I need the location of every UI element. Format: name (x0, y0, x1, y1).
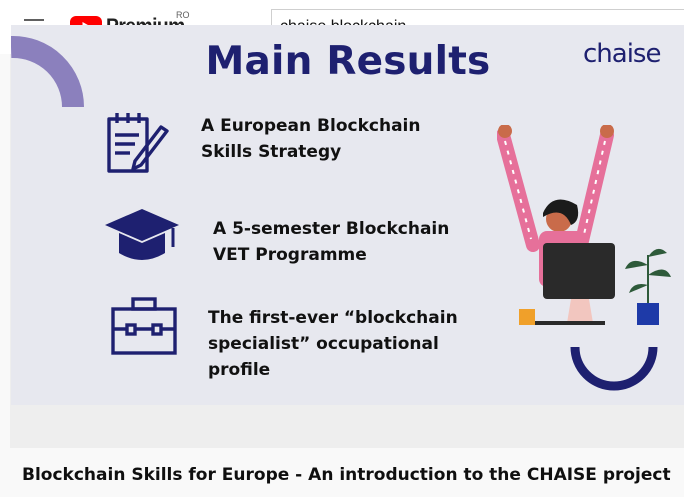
result-item-3-line3: profile (208, 360, 271, 380)
briefcase-icon (111, 297, 177, 355)
result-item-1: A European Blockchain Skills Strategy (201, 113, 420, 165)
clipboard-pencil-icon (107, 113, 169, 173)
celebrating-person-illustration (497, 125, 671, 325)
result-item-2-line1: A 5-semester Blockchain (213, 219, 450, 239)
graduation-cap-icon (105, 209, 179, 260)
result-item-3-line2: specialist” occupational (208, 334, 439, 354)
result-item-1-line1: A European Blockchain (201, 116, 421, 136)
result-item-2: A 5-semester Blockchain VET Programme (213, 216, 449, 268)
region-code: RO (176, 10, 190, 20)
navy-arc-decoration (570, 346, 658, 391)
result-item-3-line1: The first-ever “blockchain (208, 308, 458, 328)
video-thumbnail[interactable]: Main Results chaise A European Blockchai… (11, 25, 684, 405)
result-item-2-line2: VET Programme (213, 245, 367, 265)
video-title-link[interactable]: Blockchain Skills for Europe - An introd… (22, 465, 671, 485)
result-item-3: The first-ever “blockchain specialist” o… (208, 305, 458, 383)
result-item-1-line2: Skills Strategy (201, 142, 342, 162)
chaise-logo: chaise (583, 39, 661, 69)
